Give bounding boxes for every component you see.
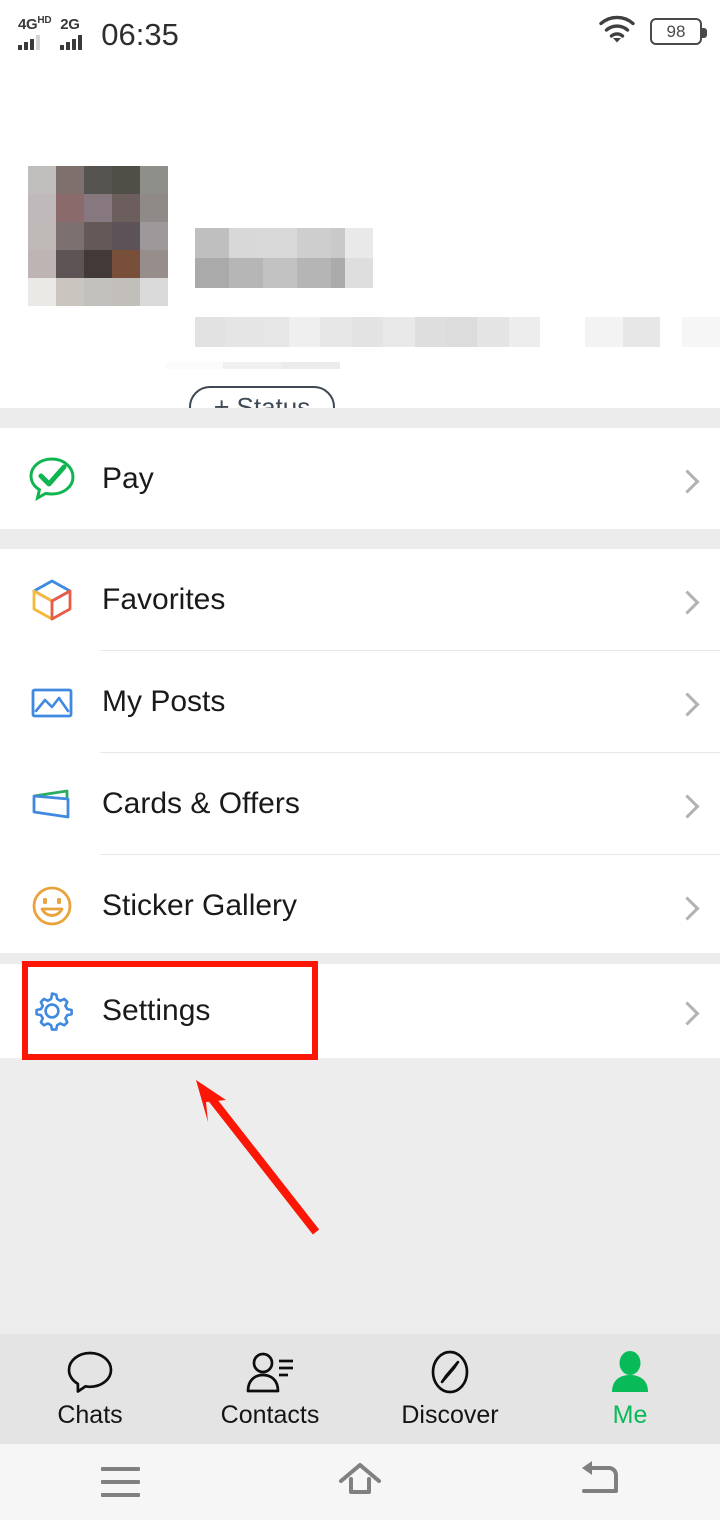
profile-id-redacted xyxy=(195,317,540,347)
chevron-right-icon xyxy=(675,589,700,615)
profile-extra-redacted xyxy=(682,317,720,347)
contacts-person-icon xyxy=(244,1350,296,1394)
menu-hamburger-icon xyxy=(100,1467,140,1497)
network-type-primary: 4GHD xyxy=(18,14,52,33)
signal-indicator-secondary: 2G xyxy=(60,15,83,50)
red-arrow-annotation xyxy=(196,1080,320,1235)
tab-label: Discover xyxy=(401,1401,499,1429)
network-type-secondary: 2G xyxy=(60,15,80,33)
profile-underline-redacted xyxy=(165,362,340,369)
status-bar-clock: 06:35 xyxy=(101,16,179,52)
signal-bars-primary xyxy=(18,34,40,50)
battery-level-label: 98 xyxy=(666,21,686,41)
list-row-favorites[interactable]: Favorites xyxy=(0,549,720,650)
app-screen: 4GHD 2G 06:35 98 + Status Pay Favorites … xyxy=(0,0,720,1520)
nav-home-button[interactable] xyxy=(240,1460,480,1505)
bottom-tab-bar: Chats Contacts Discover Me xyxy=(0,1334,720,1444)
list-row-cards-offers[interactable]: Cards & Offers xyxy=(0,753,720,854)
list-row-my-posts[interactable]: My Posts xyxy=(0,651,720,752)
tab-label: Me xyxy=(612,1401,648,1429)
back-icon xyxy=(576,1460,624,1505)
status-bar-left: 4GHD 2G 06:35 xyxy=(18,13,179,50)
pay-icon xyxy=(24,454,80,504)
avatar[interactable] xyxy=(28,166,168,306)
section-gap-2 xyxy=(0,529,720,549)
sticker-smiley-icon xyxy=(24,881,80,931)
chevron-right-icon xyxy=(675,895,700,921)
status-bar-right: 98 xyxy=(598,14,707,49)
list-row-label: My Posts xyxy=(102,684,226,718)
profile-header[interactable]: + Status xyxy=(0,62,720,428)
nav-menu-button[interactable] xyxy=(0,1467,240,1497)
wifi-icon xyxy=(598,14,636,49)
chevron-right-icon xyxy=(675,691,700,717)
favorites-cube-icon xyxy=(24,575,80,625)
list-row-label: Cards & Offers xyxy=(102,786,300,820)
list-row-label: Pay xyxy=(102,461,154,495)
signal-bars-secondary xyxy=(60,34,83,50)
android-nav-bar xyxy=(0,1444,720,1520)
tab-chats[interactable]: Chats xyxy=(0,1350,180,1428)
compass-icon xyxy=(427,1350,473,1394)
section-gap-1 xyxy=(0,408,720,428)
signal-indicator-primary: 4GHD xyxy=(18,13,52,50)
services-section: Favorites My Posts Cards & Offers Sticke… xyxy=(0,549,720,956)
chevron-right-icon xyxy=(675,793,700,819)
tab-contacts[interactable]: Contacts xyxy=(180,1350,360,1428)
tab-me[interactable]: Me xyxy=(540,1350,720,1428)
chevron-right-icon xyxy=(675,468,700,494)
profile-name-redacted-tail xyxy=(345,228,373,288)
home-icon xyxy=(334,1460,386,1505)
tab-label: Chats xyxy=(57,1401,123,1429)
tab-label: Contacts xyxy=(220,1401,320,1429)
pay-section: Pay xyxy=(0,428,720,529)
battery-icon: 98 xyxy=(650,17,707,45)
list-row-label: Sticker Gallery xyxy=(102,888,298,922)
chat-bubble-icon xyxy=(66,1350,114,1394)
chevron-right-icon xyxy=(675,1001,700,1026)
list-row-sticker-gallery[interactable]: Sticker Gallery xyxy=(0,855,720,956)
settings-gear-icon xyxy=(24,986,80,1036)
my-posts-photo-icon xyxy=(24,677,80,727)
person-filled-icon xyxy=(607,1350,653,1394)
status-bar: 4GHD 2G 06:35 98 xyxy=(0,0,720,62)
list-row-pay[interactable]: Pay xyxy=(0,428,720,529)
list-row-settings[interactable]: Settings xyxy=(0,964,720,1058)
cards-wallet-icon xyxy=(24,779,80,829)
nav-back-button[interactable] xyxy=(480,1460,720,1505)
tab-discover[interactable]: Discover xyxy=(360,1350,540,1428)
settings-section: Settings xyxy=(0,964,720,1058)
list-row-label: Favorites xyxy=(102,582,226,616)
list-row-label: Settings xyxy=(102,994,211,1027)
section-gap-3 xyxy=(0,953,720,964)
profile-qr-redacted xyxy=(585,317,660,347)
profile-name-redacted xyxy=(195,228,365,288)
